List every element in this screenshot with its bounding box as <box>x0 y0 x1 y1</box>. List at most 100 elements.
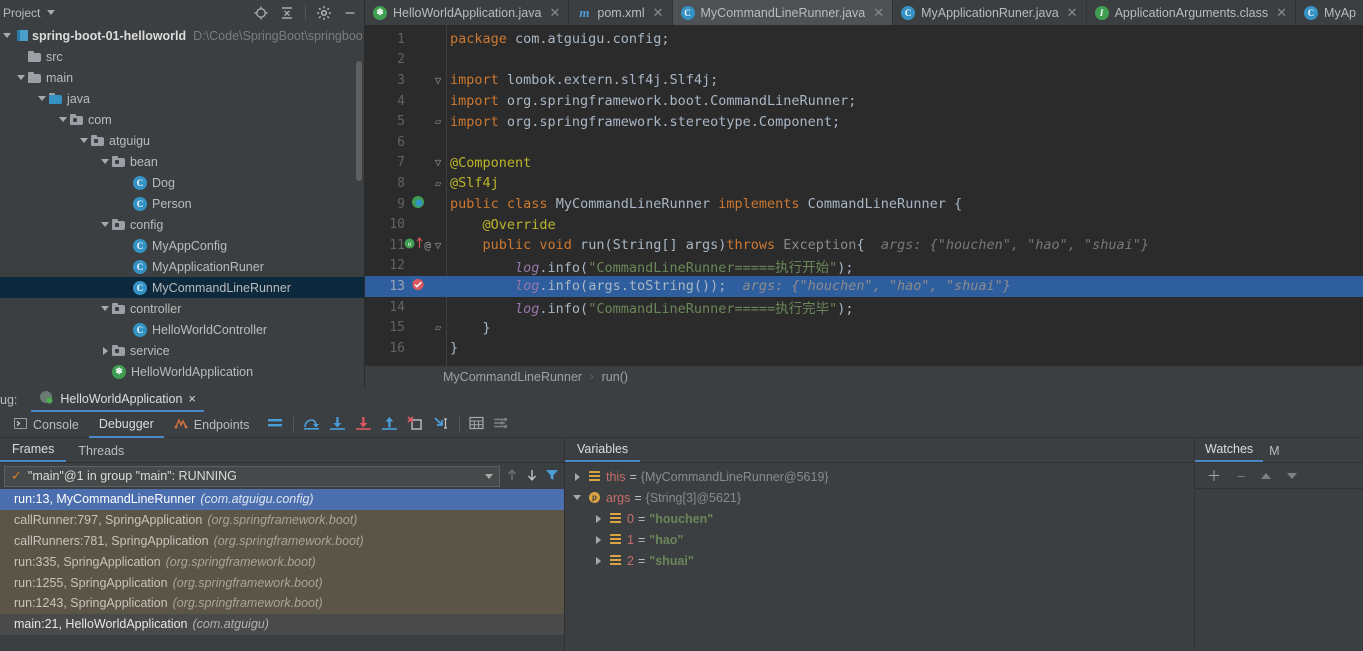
frames-list[interactable]: run:13, MyCommandLineRunner (com.atguigu… <box>0 489 564 635</box>
variable-row-args[interactable]: p args = {String[3]@5621} <box>565 487 1194 508</box>
tab-variables[interactable]: Variables <box>565 442 641 462</box>
breadcrumb-method[interactable]: run() <box>602 370 628 384</box>
fold-marker[interactable]: ▽ <box>430 239 446 252</box>
variable-row-0[interactable]: 0 = "houchen" <box>565 508 1194 529</box>
breadcrumb-class[interactable]: MyCommandLineRunner <box>443 370 582 384</box>
close-icon[interactable]: ✕ <box>549 5 560 21</box>
tree-row-bean[interactable]: bean <box>0 151 364 172</box>
project-tree[interactable]: spring-boot-01-helloworld D:\Code\Spring… <box>0 25 365 388</box>
step-out-icon[interactable] <box>381 416 398 434</box>
mute-breakpoints-icon[interactable] <box>267 416 284 433</box>
close-icon[interactable]: ✕ <box>653 5 664 21</box>
tree-twisty[interactable] <box>565 472 589 481</box>
thread-selector[interactable]: ✓ "main"@1 in group "main": RUNNING <box>4 465 500 487</box>
gutter[interactable] <box>405 277 430 295</box>
tab-frames[interactable]: Frames <box>0 442 67 462</box>
override-arrow-icon[interactable] <box>416 237 423 253</box>
breakpoint-hit-icon[interactable] <box>411 277 425 295</box>
variable-row-2[interactable]: 2 = "shuai" <box>565 550 1194 571</box>
tree-row-dog[interactable]: C Dog <box>0 172 364 193</box>
tree-row-atguigu[interactable]: atguigu <box>0 130 364 151</box>
tree-twisty[interactable] <box>35 96 49 101</box>
arrow-down-icon[interactable] <box>524 467 540 486</box>
tab-console[interactable]: Console <box>4 412 89 438</box>
arrow-up-icon[interactable] <box>504 467 520 486</box>
move-down-icon[interactable] <box>1287 472 1298 479</box>
remove-watch-icon[interactable]: − <box>1237 468 1245 484</box>
fold-marker[interactable]: ▱ <box>430 321 446 334</box>
chevron-down-icon[interactable] <box>47 10 56 15</box>
variable-row-this[interactable]: this = {MyCommandLineRunner@5619} <box>565 466 1194 487</box>
fold-marker[interactable]: ▽ <box>430 74 446 87</box>
spring-bean-icon[interactable] <box>411 195 425 213</box>
frame-row[interactable]: run:335, SpringApplication (org.springfr… <box>0 551 564 572</box>
tree-row-mycommandlinerunner[interactable]: C MyCommandLineRunner <box>0 277 364 298</box>
add-watch-icon[interactable]: ＋ <box>1207 466 1221 486</box>
collapse-all-icon[interactable] <box>279 5 295 21</box>
tree-twisty[interactable] <box>586 556 610 565</box>
fold-marker[interactable]: ▽ <box>430 156 446 169</box>
editor-tab-helloworldapplication[interactable]: ❄ HelloWorldApplication.java ✕ <box>365 0 570 25</box>
tree-twisty[interactable] <box>586 535 610 544</box>
debug-session-tab[interactable]: HelloWorldApplication × <box>31 388 204 412</box>
tree-twisty[interactable] <box>565 495 589 500</box>
tree-twisty[interactable] <box>77 138 91 143</box>
tab-overflow[interactable]: M <box>1263 444 1283 462</box>
close-icon[interactable]: ✕ <box>1067 5 1078 21</box>
tree-row-person[interactable]: C Person <box>0 193 364 214</box>
editor-tab-applicationarguments[interactable]: I ApplicationArguments.class ✕ <box>1086 0 1297 25</box>
frame-row[interactable]: callRunners:781, SpringApplication (org.… <box>0 531 564 552</box>
implementing-method-icon[interactable]: o <box>404 237 415 253</box>
drop-frame-icon[interactable] <box>407 415 424 434</box>
frame-row[interactable]: callRunner:797, SpringApplication (org.s… <box>0 510 564 531</box>
tree-row-src[interactable]: src <box>0 46 364 67</box>
tree-row-com[interactable]: com <box>0 109 364 130</box>
tree-row-helloworldcontroller[interactable]: C HelloWorldController <box>0 319 364 340</box>
frame-row[interactable]: run:1255, SpringApplication (org.springf… <box>0 572 564 593</box>
tree-row-java[interactable]: java <box>0 88 364 109</box>
tab-watches[interactable]: Watches <box>1195 442 1264 462</box>
editor-tab-overflow[interactable]: C MyAp <box>1296 0 1363 25</box>
run-to-cursor-icon[interactable] <box>433 416 450 434</box>
tree-row-myappconfig[interactable]: C MyAppConfig <box>0 235 364 256</box>
tree-row-controller[interactable]: controller <box>0 298 364 319</box>
gutter[interactable]: o @ <box>404 237 431 253</box>
chevron-down-icon[interactable] <box>485 473 493 479</box>
minimize-icon[interactable] <box>342 5 358 21</box>
tree-row-helloworldapplication[interactable]: ❄ HelloWorldApplication <box>0 361 364 382</box>
gutter[interactable] <box>405 195 430 213</box>
variable-row-1[interactable]: 1 = "hao" <box>565 529 1194 550</box>
project-panel-title[interactable]: Project <box>3 6 40 20</box>
step-over-icon[interactable] <box>303 416 320 434</box>
frame-row[interactable]: run:13, MyCommandLineRunner (com.atguigu… <box>0 489 564 510</box>
tree-row-myapplicationruner[interactable]: C MyApplicationRuner <box>0 256 364 277</box>
editor-tab-myapplicationruner[interactable]: C MyApplicationRuner.java ✕ <box>893 0 1087 25</box>
gear-icon[interactable] <box>316 5 332 21</box>
tree-twisty[interactable] <box>586 514 610 523</box>
fold-marker[interactable]: ▱ <box>430 115 446 128</box>
tree-twisty[interactable] <box>98 222 112 227</box>
tree-row-main[interactable]: main <box>0 67 364 88</box>
tab-endpoints[interactable]: Endpoints <box>164 412 260 438</box>
settings-layout-icon[interactable] <box>493 416 508 433</box>
tree-twisty[interactable] <box>98 306 112 311</box>
tree-row-service[interactable]: service <box>0 340 364 361</box>
frame-row[interactable]: main:21, HelloWorldApplication (com.atgu… <box>0 613 564 635</box>
evaluate-expression-icon[interactable] <box>469 416 484 433</box>
tab-debugger[interactable]: Debugger <box>88 412 164 438</box>
tree-twisty[interactable] <box>98 346 112 355</box>
frame-row[interactable]: run:1243, SpringApplication (org.springf… <box>0 593 564 614</box>
variables-list[interactable]: this = {MyCommandLineRunner@5619} p args… <box>565 463 1194 571</box>
tab-threads[interactable]: Threads <box>66 444 136 462</box>
tree-row-config[interactable]: config <box>0 214 364 235</box>
step-into-icon[interactable] <box>329 416 346 434</box>
tree-twisty[interactable] <box>0 33 14 38</box>
tree-twisty[interactable] <box>98 159 112 164</box>
move-up-icon[interactable] <box>1261 472 1272 479</box>
locate-icon[interactable] <box>253 5 269 21</box>
code-editor[interactable]: 1 package com.atguigu.config; 2 3 ▽ impo… <box>365 25 1363 388</box>
fold-marker[interactable]: ▱ <box>430 177 446 190</box>
close-icon[interactable]: ✕ <box>873 5 884 21</box>
close-icon[interactable]: × <box>188 392 195 406</box>
tree-twisty[interactable] <box>14 75 28 80</box>
